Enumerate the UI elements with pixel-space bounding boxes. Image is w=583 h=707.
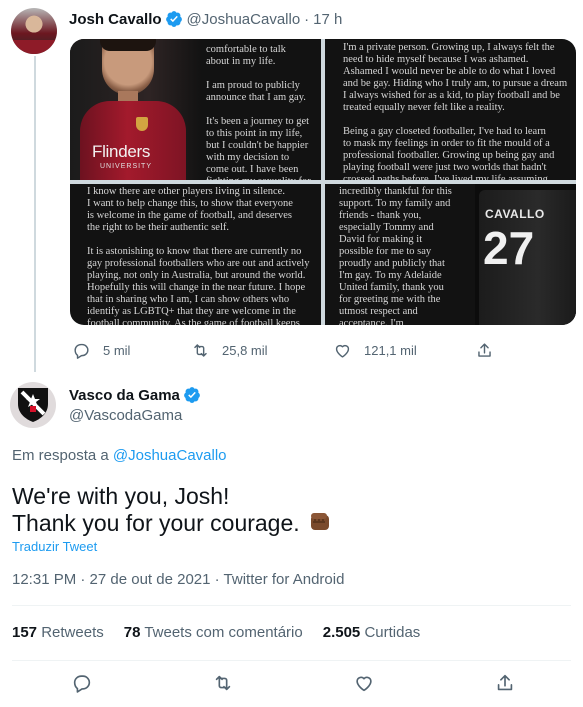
media-text-1: comfortable to talk about in my life. I … xyxy=(206,44,311,180)
jersey-number: 27 xyxy=(483,222,535,274)
retweets-count: 157 xyxy=(12,624,38,641)
author-handle[interactable]: @VascodaGama xyxy=(69,407,182,424)
jersey-name: CAVALLO xyxy=(485,207,545,221)
retweet-button[interactable] xyxy=(212,672,234,694)
quotes-label: Tweets com comentário xyxy=(144,624,303,641)
like-button[interactable] xyxy=(353,672,375,694)
tweet-text-content: We're with you, Josh! Thank you for your… xyxy=(12,483,300,536)
verified-badge-icon xyxy=(165,11,182,27)
author-name[interactable]: Vasco da Gama xyxy=(69,387,180,404)
retweet-icon xyxy=(215,675,231,691)
media-image-2[interactable]: I'm a private person. Growing up, I alwa… xyxy=(325,39,576,180)
media-image-3[interactable]: I know there are other players living in… xyxy=(70,184,321,325)
avatar-vasco-da-gama[interactable] xyxy=(10,382,56,428)
verified-badge-icon xyxy=(184,387,200,403)
share-button[interactable] xyxy=(494,672,516,694)
reply-icon xyxy=(73,675,91,693)
retweets-stat[interactable]: 157 Retweets xyxy=(12,624,104,641)
tweet-meta: 12:31 PM · 27 de out de 2021 · Twitter f… xyxy=(12,571,345,588)
media-text-4: incredibly thankful for this support. To… xyxy=(339,186,452,325)
like-icon xyxy=(335,344,350,358)
player-photo: Flinders UNIVERSITY xyxy=(70,39,202,180)
sponsor-subtext: UNIVERSITY xyxy=(100,163,153,170)
reply-icon xyxy=(74,343,89,359)
divider xyxy=(12,605,571,606)
reply-count: 5 mil xyxy=(103,342,131,358)
quotes-stat[interactable]: 78 Tweets com comentário xyxy=(124,624,303,641)
like-icon xyxy=(356,676,372,692)
tweet2-action-bar xyxy=(0,668,583,698)
reply-button[interactable] xyxy=(71,672,93,694)
thread-connector-line xyxy=(34,56,36,372)
share-button[interactable] xyxy=(475,341,494,360)
retweet-button[interactable]: 25,8 mil xyxy=(191,341,268,360)
fist-emoji-icon xyxy=(310,513,329,530)
like-count: 121,1 mil xyxy=(364,342,417,358)
author-name[interactable]: Josh Cavallo xyxy=(69,11,162,28)
reply-prefix: Em resposta a xyxy=(12,447,109,464)
tweet-time[interactable]: 17 h xyxy=(313,11,342,28)
media-text-3: I know there are other players living in… xyxy=(87,186,310,325)
tweet1-action-bar: 5 mil 25,8 mil 121,1 mil xyxy=(70,338,500,362)
divider xyxy=(12,660,571,661)
jersey-photo: CAVALLO 27 xyxy=(475,184,576,325)
likes-count: 2.505 xyxy=(322,624,361,641)
reply-mention-link[interactable]: @JoshuaCavallo xyxy=(113,447,227,464)
tweet1-header: Josh Cavallo @JoshuaCavallo · 17 h xyxy=(69,8,342,30)
reply-button[interactable]: 5 mil xyxy=(72,341,130,360)
avatar-josh-cavallo[interactable] xyxy=(11,8,57,54)
author-handle[interactable]: @JoshuaCavallo xyxy=(187,11,301,28)
sponsor-text: Flinders xyxy=(92,142,151,161)
share-icon xyxy=(497,674,513,691)
likes-stat[interactable]: 2.505 Curtidas xyxy=(323,624,421,641)
share-icon xyxy=(478,342,491,357)
media-image-4[interactable]: incredibly thankful for this support. To… xyxy=(325,184,576,325)
media-image-1[interactable]: Flinders UNIVERSITY comfortable to talk … xyxy=(70,39,321,180)
translate-tweet-link[interactable]: Traduzir Tweet xyxy=(12,539,97,554)
quotes-count: 78 xyxy=(123,624,141,641)
vasco-crest-logo xyxy=(18,388,48,422)
retweets-label: Retweets xyxy=(41,624,104,641)
likes-label: Curtidas xyxy=(364,624,421,641)
dot-separator: · xyxy=(304,10,310,28)
reply-context: Em resposta a @JoshuaCavallo xyxy=(12,447,227,464)
tweet2-name-row: Vasco da Gama xyxy=(69,385,205,405)
tweet-text: We're with you, Josh! Thank you for your… xyxy=(12,483,332,537)
tweet1-media-grid: Flinders UNIVERSITY comfortable to talk … xyxy=(70,39,576,325)
retweet-icon xyxy=(194,343,207,357)
tweet-stats: 157 Retweets 78 Tweets com comentário 2.… xyxy=(12,624,440,641)
media-text-2: I'm a private person. Growing up, I alwa… xyxy=(343,42,568,180)
like-button[interactable]: 121,1 mil xyxy=(333,341,417,360)
retweet-count: 25,8 mil xyxy=(222,342,268,358)
